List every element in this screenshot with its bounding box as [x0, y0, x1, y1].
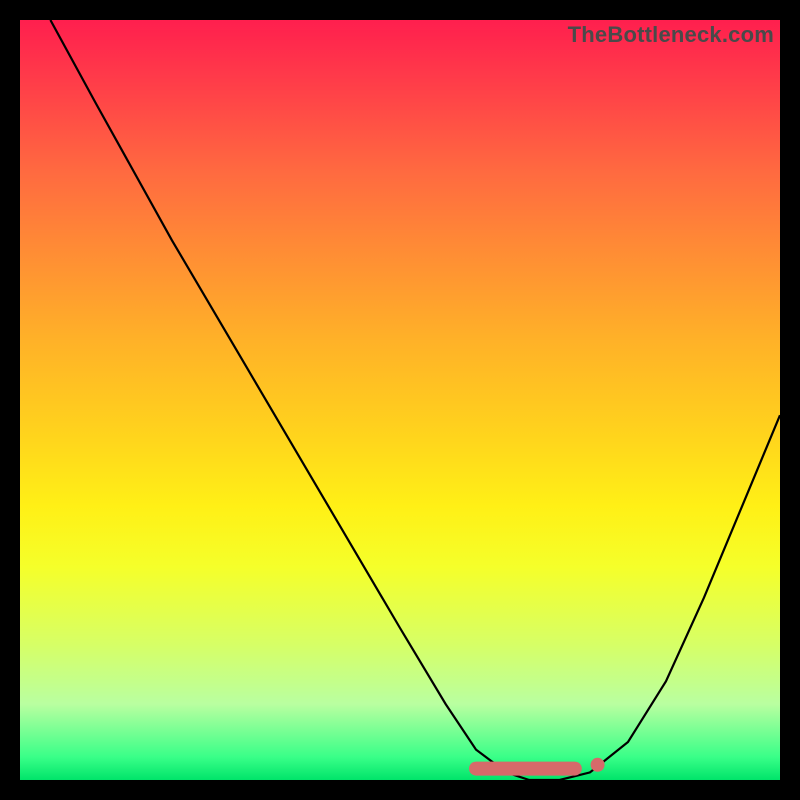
- background-gradient: [20, 20, 780, 780]
- plot-area: TheBottleneck.com: [20, 20, 780, 780]
- chart-frame: TheBottleneck.com: [20, 20, 780, 780]
- watermark-text: TheBottleneck.com: [568, 22, 774, 48]
